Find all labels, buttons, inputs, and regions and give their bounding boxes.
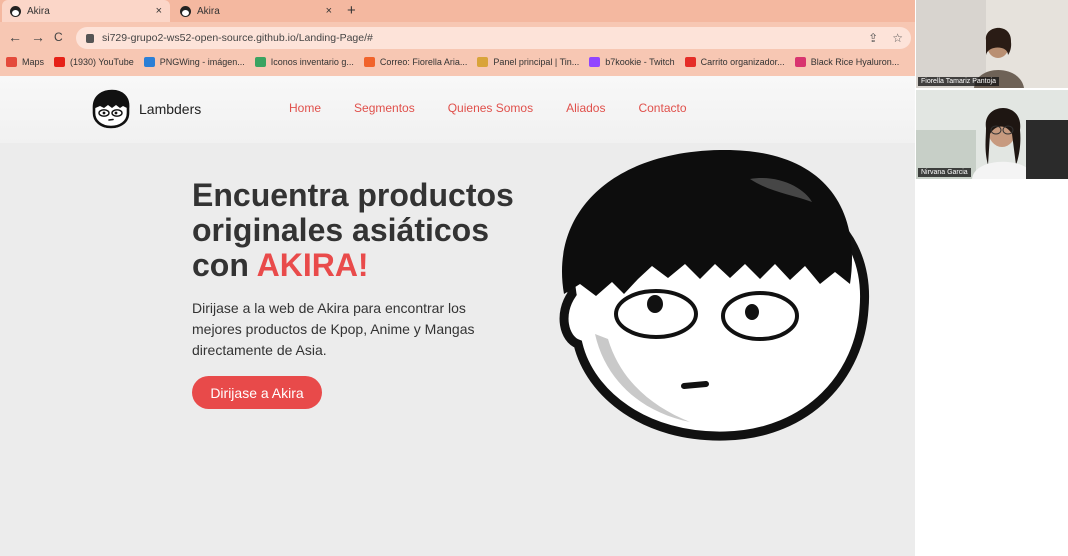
bookmark-item[interactable]: Carrito organizador...: [684, 57, 785, 67]
bookmark-label: Black Rice Hyaluron...: [810, 57, 900, 67]
participant-video: [916, 90, 1068, 179]
back-arrow-icon[interactable]: ←: [8, 29, 22, 45]
bookmark-label: b7kookie - Twitch: [605, 57, 675, 67]
pngwing-icon: [143, 57, 155, 67]
reload-icon[interactable]: C: [54, 30, 63, 44]
forward-arrow-icon[interactable]: →: [31, 29, 45, 45]
hero-description: Dirijase a la web de Akira para encontra…: [192, 300, 475, 358]
bookmark-label: PNGWing - imágen...: [159, 57, 245, 67]
video-call-panel: Fiorella Tamariz Pantoja Nirvana Garcia: [915, 0, 1068, 556]
office-icon: [363, 57, 375, 67]
akira-favicon-icon: [180, 5, 191, 17]
bookmark-item[interactable]: Black Rice Hyaluron...: [794, 57, 900, 67]
grid-icon: [477, 57, 489, 67]
bookmark-item[interactable]: Iconos inventario g...: [254, 57, 354, 67]
bookmark-item[interactable]: Maps: [6, 57, 44, 67]
akira-mascot-illustration: [559, 149, 870, 441]
nav-contacto[interactable]: Contacto: [638, 101, 686, 115]
site-nav: Home Segmentos Quienes Somos Aliados Con…: [289, 101, 687, 115]
tab-title: Akira: [27, 5, 50, 17]
bookmark-item[interactable]: Correo: Fiorella Aria...: [363, 57, 468, 67]
tab-akira[interactable]: Akira ×: [172, 0, 340, 22]
triangle-icon: [254, 57, 266, 67]
bookmark-label: Correo: Fiorella Aria...: [379, 57, 468, 67]
web-page: Lambders Home Segmentos Quienes Somos Al…: [0, 76, 915, 556]
bookmark-label: Panel principal | Tin...: [493, 57, 580, 67]
participant-video: [916, 0, 1068, 88]
akira-logo-icon: [92, 89, 130, 129]
browser-chrome: Akira × Akira × + ← → C si729-grupo2-ws5…: [0, 0, 915, 76]
site-header: Lambders Home Segmentos Quienes Somos Al…: [0, 76, 915, 143]
participant-tile[interactable]: Fiorella Tamariz Pantoja: [916, 0, 1068, 88]
participant-name: Nirvana Garcia: [918, 168, 971, 177]
bookmark-label: (1930) YouTube: [70, 57, 134, 67]
lock-icon: [86, 33, 94, 43]
bookmark-item[interactable]: b7kookie - Twitch: [589, 57, 675, 67]
browser-toolbar: ← → C si729-grupo2-ws52-open-source.gith…: [0, 24, 915, 52]
bookmark-label: Maps: [22, 57, 45, 67]
tab-akira-active[interactable]: Akira ×: [2, 0, 170, 22]
brand-name: Lambders: [139, 101, 202, 117]
new-tab-button[interactable]: +: [347, 2, 356, 19]
bookmark-star-icon[interactable]: ☆: [892, 31, 903, 45]
bookmark-item[interactable]: (1930) YouTube: [54, 57, 134, 67]
close-tab-icon[interactable]: ×: [326, 5, 332, 17]
tab-title: Akira: [197, 5, 220, 17]
share-icon[interactable]: ⇪: [868, 31, 878, 45]
store-icon: [684, 57, 696, 67]
youtube-icon: [54, 57, 66, 67]
dirijase-akira-button[interactable]: Dirijase a Akira: [192, 376, 322, 409]
nav-segmentos[interactable]: Segmentos: [354, 101, 415, 115]
url-text[interactable]: si729-grupo2-ws52-open-source.github.io/…: [102, 32, 373, 44]
bookmarks-bar: Maps (1930) YouTube PNGWing - imágen... Ico…: [0, 52, 915, 72]
bookmark-item[interactable]: Panel principal | Tin...: [477, 57, 579, 67]
bookmark-label: Carrito organizador...: [700, 57, 785, 67]
bookmark-item[interactable]: PNGWing - imágen...: [143, 57, 245, 67]
bookmark-label: Iconos inventario g...: [270, 57, 354, 67]
participant-name: Fiorella Tamariz Pantoja: [918, 77, 999, 86]
hero-title: Encuentra productos originales asiáticos…: [192, 178, 522, 283]
brand[interactable]: Lambders: [90, 89, 201, 129]
b-brand-icon: [794, 57, 806, 67]
hero-title-accent: AKIRA!: [256, 247, 369, 283]
akira-favicon-icon: [10, 5, 21, 17]
close-tab-icon[interactable]: ×: [156, 5, 162, 17]
nav-quienes-somos[interactable]: Quienes Somos: [448, 101, 533, 115]
nav-aliados[interactable]: Aliados: [566, 101, 605, 115]
participant-tile[interactable]: Nirvana Garcia: [916, 90, 1068, 179]
address-bar[interactable]: si729-grupo2-ws52-open-source.github.io/…: [76, 27, 911, 49]
tab-strip: Akira × Akira × +: [0, 0, 915, 22]
nav-home[interactable]: Home: [289, 101, 321, 115]
maps-pin-icon: [6, 57, 17, 67]
twitch-icon: [589, 57, 601, 67]
